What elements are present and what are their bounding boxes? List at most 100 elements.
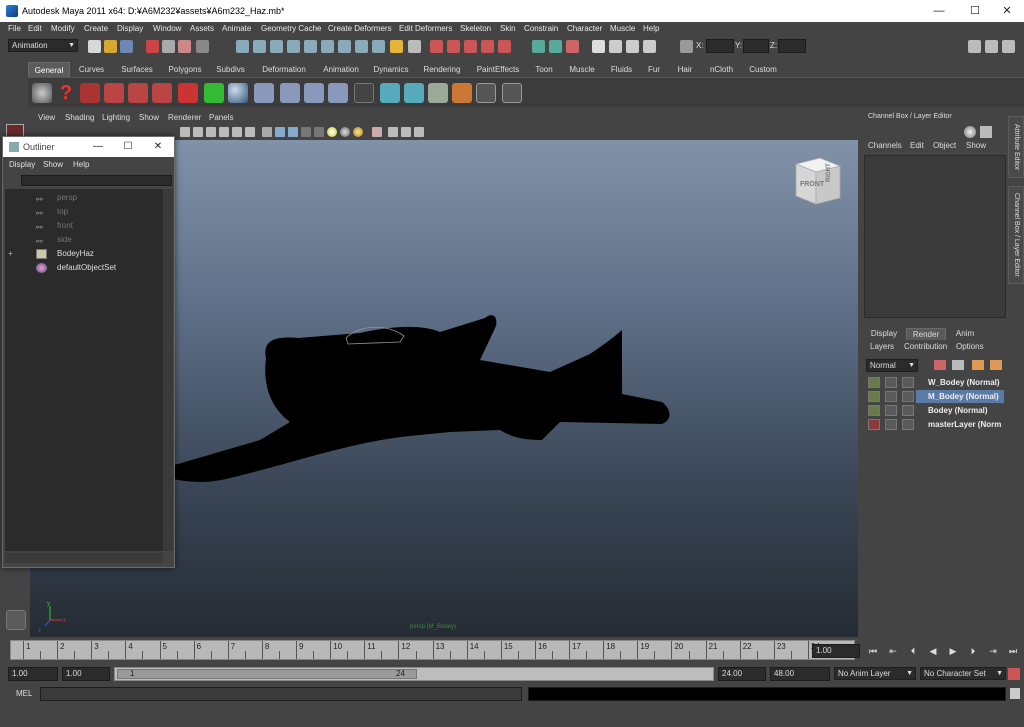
channel-box-panel[interactable] (864, 155, 1006, 318)
playback-end-field[interactable]: 24.00 (718, 667, 766, 681)
outliner-item-defaultobjectset[interactable]: defaultObjectSet (5, 261, 163, 275)
hq-render-icon[interactable] (353, 127, 363, 137)
render-layer-attr-icon[interactable] (990, 360, 1002, 370)
attribute-editor-side-tab[interactable]: Attribute Editor (1008, 116, 1024, 178)
xray-components-icon[interactable] (414, 127, 424, 137)
cb-menu-show[interactable]: Show (966, 141, 986, 150)
playback-start-field[interactable]: 1.00 (62, 667, 110, 681)
aircraft-silhouette[interactable] (150, 315, 670, 482)
open-scene-icon[interactable] (104, 40, 117, 53)
outliner-menu-display[interactable]: Display (9, 157, 35, 172)
range-slider-handle[interactable]: 1 24 (117, 669, 417, 679)
mask-icon[interactable] (196, 40, 209, 53)
cb-menu-edit[interactable]: Edit (910, 141, 924, 150)
select-dynamics-icon[interactable] (321, 40, 334, 53)
sphere-icon[interactable] (228, 83, 248, 103)
layer-shader-icon[interactable] (902, 405, 914, 416)
shelf-tab-curves[interactable]: Curves (74, 62, 109, 77)
cluster-icon[interactable] (328, 83, 348, 103)
extrude-icon[interactable] (178, 83, 198, 103)
minimize-button[interactable]: — (922, 0, 956, 22)
layer-override-icon[interactable] (885, 405, 897, 416)
layer-shader-icon[interactable] (902, 419, 914, 430)
outliner-filter-field[interactable] (21, 175, 172, 186)
select-curves-icon[interactable] (270, 40, 283, 53)
character-set-dropdown[interactable]: No Character Set ▼ (920, 667, 1006, 680)
layer-menu-layers[interactable]: Layers (870, 342, 894, 351)
bind-skin-icon[interactable] (304, 83, 324, 103)
layer-renderable-icon[interactable] (868, 377, 880, 388)
snap-point-icon[interactable] (464, 40, 477, 53)
menuset-dropdown[interactable]: Animation ▼ (8, 39, 78, 52)
select-misc-icon[interactable] (355, 40, 368, 53)
step-forward-frame-icon[interactable]: ⇥ (986, 645, 1000, 657)
quick-layout-icon[interactable] (6, 610, 26, 630)
bookmark-icon[interactable] (193, 127, 203, 137)
menu-edit[interactable]: Edit (28, 22, 42, 36)
shelf-tab-fur[interactable]: Fur (643, 62, 665, 77)
xray-icon[interactable] (388, 127, 398, 137)
shelf-tab-toon[interactable]: Toon (531, 62, 557, 77)
move-tool-icon[interactable] (204, 83, 224, 103)
menu-constrain[interactable]: Constrain (524, 22, 558, 36)
shelf-tab-polygons[interactable]: Polygons (164, 62, 206, 77)
new-layer-selected-icon[interactable] (952, 360, 964, 370)
outliner-item-top[interactable]: ⚯ top (5, 205, 163, 219)
layer-override-icon[interactable] (885, 377, 897, 388)
select-object-icon[interactable] (162, 40, 175, 53)
outliner-horizontal-scrollbar[interactable] (5, 553, 163, 563)
layer-tab-render[interactable]: Render (906, 328, 946, 340)
render-settings-icon[interactable] (643, 40, 656, 53)
shadows-icon[interactable] (340, 127, 350, 137)
cb-menu-channels[interactable]: Channels (868, 141, 902, 150)
make-live-icon[interactable] (498, 40, 511, 53)
channel-box-toggle-icon[interactable] (1002, 40, 1015, 53)
layer-shader-icon[interactable] (902, 377, 914, 388)
close-button[interactable]: ✕ (990, 0, 1024, 22)
step-back-key-icon[interactable]: ⏴ (906, 645, 920, 657)
layer-menu-contribution[interactable]: Contribution (904, 342, 947, 351)
shelf-tab-rendering[interactable]: Rendering (420, 62, 464, 77)
viewcube[interactable]: FRONT RIGHT (794, 157, 842, 205)
menu-create-deformers[interactable]: Create Deformers (328, 22, 392, 36)
camera-attr-icon[interactable] (180, 127, 190, 137)
menu-skin[interactable]: Skin (500, 22, 516, 36)
transform-mode-icon[interactable] (680, 40, 693, 53)
revolve-icon[interactable] (128, 83, 148, 103)
script-editor-icon[interactable] (1010, 688, 1020, 699)
outliner-minimize-button[interactable]: — (83, 137, 113, 157)
shelf-tab-general[interactable]: General (28, 62, 70, 77)
grid-icon[interactable] (354, 83, 374, 103)
select-surfaces-icon[interactable] (287, 40, 300, 53)
menu-assets[interactable]: Assets (190, 22, 214, 36)
menu-edit-deformers[interactable]: Edit Deformers (399, 22, 452, 36)
layer-renderable-icon[interactable] (868, 391, 880, 402)
shelf-tab-muscle[interactable]: Muscle (564, 62, 600, 77)
start-time-field[interactable]: 1.00 (8, 667, 58, 681)
layer-mode-dropdown[interactable]: Normal ▼ (866, 359, 918, 372)
grid-toggle-icon[interactable] (219, 127, 229, 137)
layer-renderable-icon[interactable] (868, 419, 880, 430)
shelf-tab-surfaces[interactable]: Surfaces (116, 62, 158, 77)
channel-box-sphere-icon[interactable] (964, 126, 976, 138)
use-default-lighting-icon[interactable] (314, 127, 324, 137)
anim-layer-dropdown[interactable]: No Anim Layer ▼ (834, 667, 916, 680)
play-forward-icon[interactable]: ▶ (946, 645, 960, 657)
menu-character[interactable]: Character (567, 22, 602, 36)
menu-muscle[interactable]: Muscle (610, 22, 635, 36)
outputs-icon[interactable] (549, 40, 562, 53)
history-icon[interactable] (566, 40, 579, 53)
lattice-icon[interactable] (380, 83, 400, 103)
layer-shader-icon[interactable] (902, 391, 914, 402)
outliner-vertical-scrollbar[interactable] (163, 189, 173, 551)
layer-tab-display[interactable]: Display (866, 328, 902, 340)
ipr-render-icon[interactable] (626, 40, 639, 53)
outliner-close-button[interactable]: ✕ (143, 137, 173, 157)
outliner-item-bodeyhaz[interactable]: + BodeyHaz (5, 247, 163, 261)
menu-file[interactable]: File (8, 22, 21, 36)
wireframe-icon[interactable] (262, 127, 272, 137)
render-view-icon[interactable] (592, 40, 605, 53)
snap-curve-icon[interactable] (447, 40, 460, 53)
outliner-maximize-button[interactable]: ☐ (113, 137, 143, 157)
image-plane-icon[interactable] (206, 127, 216, 137)
